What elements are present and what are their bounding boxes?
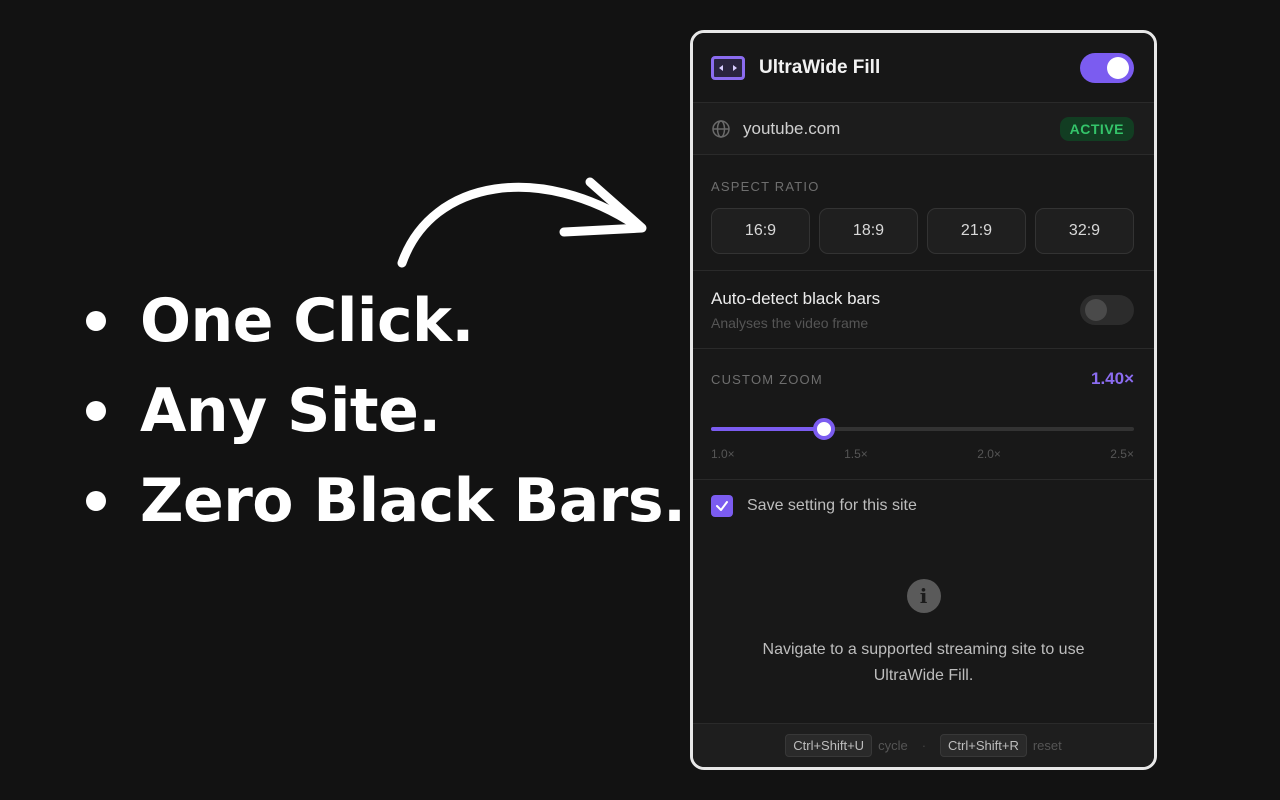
ultrawide-screen-icon [711,55,745,80]
slider-fill [711,427,824,431]
extension-enable-toggle[interactable] [1080,52,1134,83]
popup-header: UltraWide Fill [693,33,1154,103]
custom-zoom-section: CUSTOM ZOOM 1.40× 1.0× 1.5× 2.0× 2.5× [693,349,1154,480]
bullet-item: Any Site. [86,366,685,456]
ratio-button-32-9[interactable]: 32:9 [1035,208,1134,254]
auto-detect-text: Auto-detect black bars Analyses the vide… [711,289,1080,331]
bullet-dot [86,311,106,331]
ratio-button-16-9[interactable]: 16:9 [711,208,810,254]
toggle-knob [1107,56,1129,79]
zoom-tick: 1.5× [844,447,868,461]
bullet-text: Any Site. [140,376,441,446]
zoom-tick: 2.0× [977,447,1001,461]
slider-thumb[interactable] [812,418,835,440]
ratio-button-18-9[interactable]: 18:9 [819,208,918,254]
save-setting-label: Save setting for this site [747,497,917,514]
bullet-dot [86,491,106,511]
auto-detect-subtitle: Analyses the video frame [711,314,869,331]
footer-separator: · [921,738,927,753]
shortcut-footer: Ctrl+Shift+U cycle · Ctrl+Shift+R reset [693,723,1154,767]
bullet-item: Zero Black Bars. [86,456,686,546]
auto-detect-toggle[interactable] [1080,294,1134,325]
save-setting-checkbox[interactable] [711,495,733,517]
zoom-tick: 1.0× [711,447,735,461]
info-message: Navigate to a supported streaming site t… [762,641,1085,684]
cycle-shortcut-label: cycle [878,738,908,753]
custom-zoom-label: CUSTOM ZOOM [711,371,823,387]
extension-popup: UltraWide Fill youtube.com ACTIVE ASPECT… [690,30,1157,770]
reset-shortcut-key: Ctrl+Shift+R [940,734,1027,757]
bullet-text: Zero Black Bars. [140,466,686,536]
aspect-ratio-section: ASPECT RATIO 16:9 18:9 21:9 32:9 [693,155,1154,271]
save-setting-row[interactable]: Save setting for this site [693,480,1154,532]
cycle-shortcut-key: Ctrl+Shift+U [785,734,873,757]
current-site-row: youtube.com ACTIVE [693,103,1154,155]
popup-title: UltraWide Fill [759,56,881,78]
site-domain: youtube.com [743,118,841,138]
reset-shortcut-label: reset [1032,738,1062,753]
bullet-text: One Click. [140,286,474,356]
check-icon [716,501,728,511]
feature-bullets: One Click. Any Site. Zero Black Bars. [86,276,686,546]
bullet-dot [86,401,106,421]
curved-arrow-icon [397,177,647,268]
aspect-ratio-label: ASPECT RATIO [711,179,820,194]
info-block: i Navigate to a supported streaming site… [693,579,1154,689]
zoom-tick-labels: 1.0× 1.5× 2.0× 2.5× [711,447,1134,461]
info-icon: i [906,579,941,613]
globe-icon [712,119,730,138]
auto-detect-title: Auto-detect black bars [711,288,881,308]
zoom-tick: 2.5× [1110,447,1134,461]
zoom-slider[interactable] [711,417,1134,441]
toggle-knob [1085,298,1107,321]
ratio-button-21-9[interactable]: 21:9 [927,208,1026,254]
bullet-item: One Click. [86,276,685,366]
status-badge: ACTIVE [1059,116,1134,141]
aspect-ratio-options: 16:9 18:9 21:9 32:9 [711,208,1134,254]
zoom-header: CUSTOM ZOOM 1.40× [711,369,1134,389]
auto-detect-section: Auto-detect black bars Analyses the vide… [693,271,1154,349]
zoom-value: 1.40× [1090,369,1134,388]
